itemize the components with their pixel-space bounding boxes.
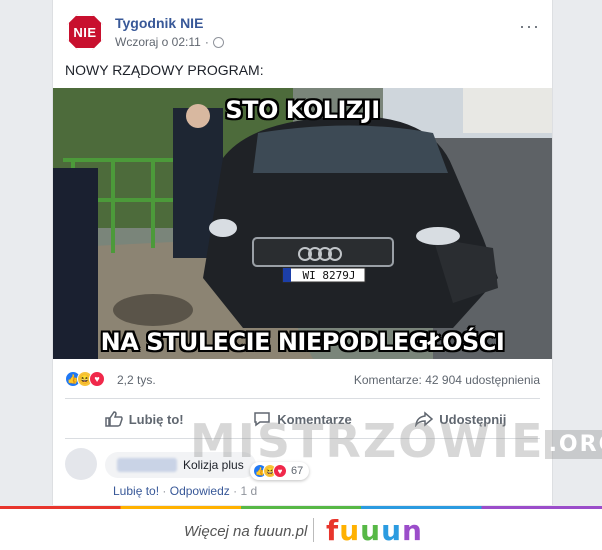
comment-reply-link[interactable]: Odpowiedz bbox=[170, 484, 230, 498]
comment-meta: Lubię to! · Odpowiedz · 1 d bbox=[113, 484, 258, 498]
meme-bottom-text: NA STULECIE NIEPODLEGŁOŚCI bbox=[100, 328, 505, 356]
license-plate: WI 8279J bbox=[303, 269, 356, 282]
more-options-icon[interactable]: ··· bbox=[519, 16, 540, 37]
commenter-avatar[interactable] bbox=[65, 448, 97, 480]
divider bbox=[65, 398, 540, 399]
footer-link[interactable]: Więcej na fuuun.pl bbox=[184, 523, 307, 540]
meme-top-text: STO KOLIZJI bbox=[225, 96, 380, 124]
stop-sign-logo: NIE bbox=[67, 14, 103, 50]
timestamp-text: Wczoraj o 02:11 bbox=[115, 35, 201, 49]
reaction-icons[interactable]: 👍 😆 ♥ bbox=[65, 371, 105, 387]
page-name-link[interactable]: Tygodnik NIE bbox=[115, 15, 203, 31]
page-avatar[interactable]: NIE bbox=[65, 12, 105, 52]
comment-time: 1 d bbox=[240, 484, 258, 498]
love-reaction-icon: ♥ bbox=[89, 371, 105, 387]
globe-icon bbox=[212, 36, 224, 48]
rainbow-stripe bbox=[0, 506, 602, 509]
post-photo[interactable]: WI 8279J STO KOLIZJI NA STULECIE NIEPODL… bbox=[53, 88, 552, 359]
post-header: NIE Tygodnik NIE Wczoraj o 02:11 · ··· bbox=[65, 12, 540, 52]
reaction-count[interactable]: 2,2 tys. bbox=[117, 373, 156, 387]
comment-like-link[interactable]: Lubię to! bbox=[113, 484, 159, 498]
post-caption: NOWY RZĄDOWY PROGRAM: bbox=[65, 62, 264, 78]
footer-separator bbox=[313, 518, 314, 542]
blurred-commenter-name bbox=[117, 458, 177, 472]
crashed-car-image: WI 8279J bbox=[53, 88, 552, 359]
fuuun-logo[interactable]: fuuun bbox=[326, 514, 423, 547]
like-label: Lubię to! bbox=[128, 411, 184, 427]
thumbs-up-icon bbox=[104, 411, 123, 427]
fuuun-footer: Więcej na fuuun.pl fuuun bbox=[0, 506, 602, 550]
comments-shares-count[interactable]: Komentarze: 42 904 udostępnienia bbox=[354, 373, 540, 387]
mistrzowie-watermark: MISTRZOWIE.ORG bbox=[190, 414, 602, 468]
post-stats: 👍 😆 ♥ 2,2 tys. Komentarze: 42 904 udostę… bbox=[65, 368, 540, 390]
post-timestamp[interactable]: Wczoraj o 02:11 · bbox=[115, 35, 224, 49]
